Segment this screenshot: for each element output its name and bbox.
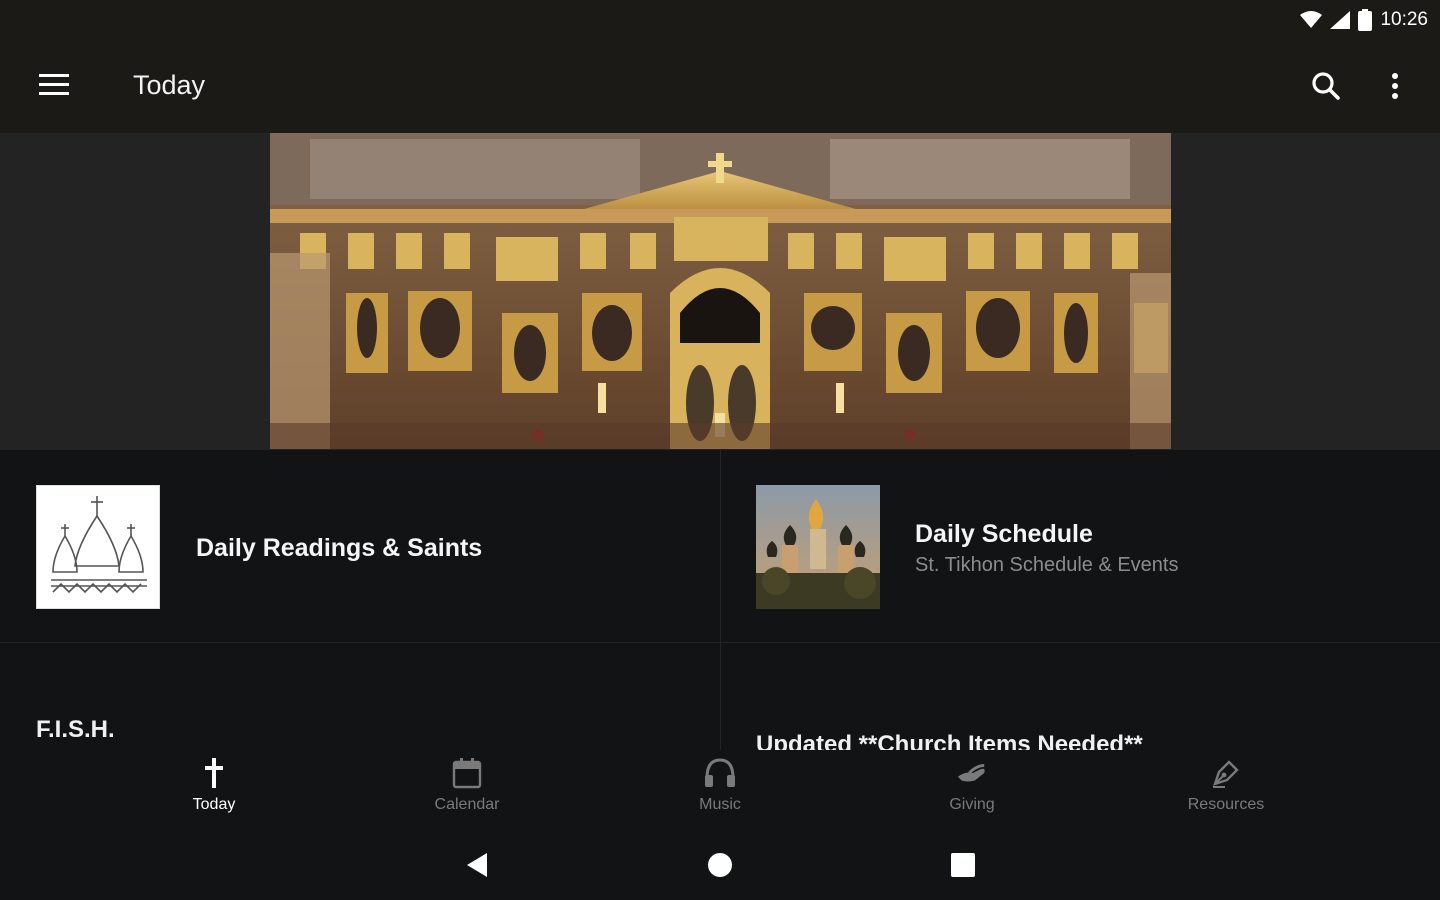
wifi-icon	[1300, 11, 1323, 28]
fish-section-title[interactable]: F.I.S.H.	[36, 716, 115, 744]
church-domes-thumbnail	[36, 485, 160, 609]
hero-section	[0, 133, 1440, 450]
nav-label: Giving	[949, 796, 995, 813]
card-title: Daily Schedule	[915, 520, 1093, 548]
nav-label: Music	[699, 796, 741, 813]
headphones-icon	[704, 756, 736, 790]
nav-tab-music[interactable]: Music	[650, 756, 790, 822]
card-title: Daily Readings & Saints	[196, 534, 483, 562]
hamburger-menu-icon	[39, 74, 69, 95]
church-items-section-title[interactable]: Updated **Church Items Needed**	[756, 730, 1143, 750]
hero-image-iconostasis[interactable]	[270, 133, 1171, 449]
nav-tab-giving[interactable]: Giving	[902, 756, 1042, 822]
cross-icon	[198, 756, 230, 790]
recents-button[interactable]	[946, 848, 980, 882]
page-title: Today	[133, 70, 206, 100]
app-bar: Today	[0, 40, 1440, 133]
giving-hand-icon	[956, 756, 988, 790]
back-button[interactable]	[460, 848, 494, 882]
home-button[interactable]	[703, 848, 737, 882]
nav-label: Calendar	[434, 796, 500, 813]
nav-tab-today[interactable]: Today	[144, 756, 284, 822]
horizontal-divider	[0, 642, 1440, 643]
status-bar: 10:26	[0, 0, 1440, 40]
bottom-navigation: Today Calendar Music Giving Resources	[0, 750, 1440, 826]
daily-readings-card[interactable]: Daily Readings & Saints	[0, 450, 720, 642]
iconostasis-illustration	[270, 133, 1171, 449]
nav-label: Today	[192, 796, 236, 813]
back-triangle-icon	[467, 853, 487, 877]
cell-signal-icon	[1330, 11, 1351, 29]
status-icons: 10:26	[1300, 6, 1428, 34]
nav-tab-resources[interactable]: Resources	[1156, 756, 1296, 822]
nav-label: Resources	[1187, 796, 1265, 813]
battery-icon	[1358, 9, 1373, 31]
search-button[interactable]	[1304, 64, 1348, 108]
cathedral-domes-photo	[756, 485, 880, 609]
system-navigation-bar	[0, 826, 1440, 900]
pen-icon	[1210, 756, 1242, 790]
calendar-icon	[451, 756, 483, 790]
search-icon	[1312, 72, 1340, 100]
menu-button[interactable]	[26, 64, 82, 106]
home-circle-icon	[708, 853, 732, 877]
recents-square-icon	[951, 853, 975, 877]
overflow-menu-button[interactable]	[1378, 64, 1412, 108]
more-vert-icon	[1392, 73, 1398, 99]
status-time: 10:26	[1380, 9, 1428, 30]
daily-schedule-card[interactable]: Daily Schedule St. Tikhon Schedule & Eve…	[721, 450, 1440, 642]
cathedral-thumbnail	[756, 485, 880, 609]
content-grid: Daily Readings & Saints Daily Schedule S…	[0, 450, 1440, 750]
nav-tab-calendar[interactable]: Calendar	[397, 756, 537, 822]
card-subtitle: St. Tikhon Schedule & Events	[915, 554, 1179, 576]
church-domes-sketch-icon	[37, 486, 159, 608]
